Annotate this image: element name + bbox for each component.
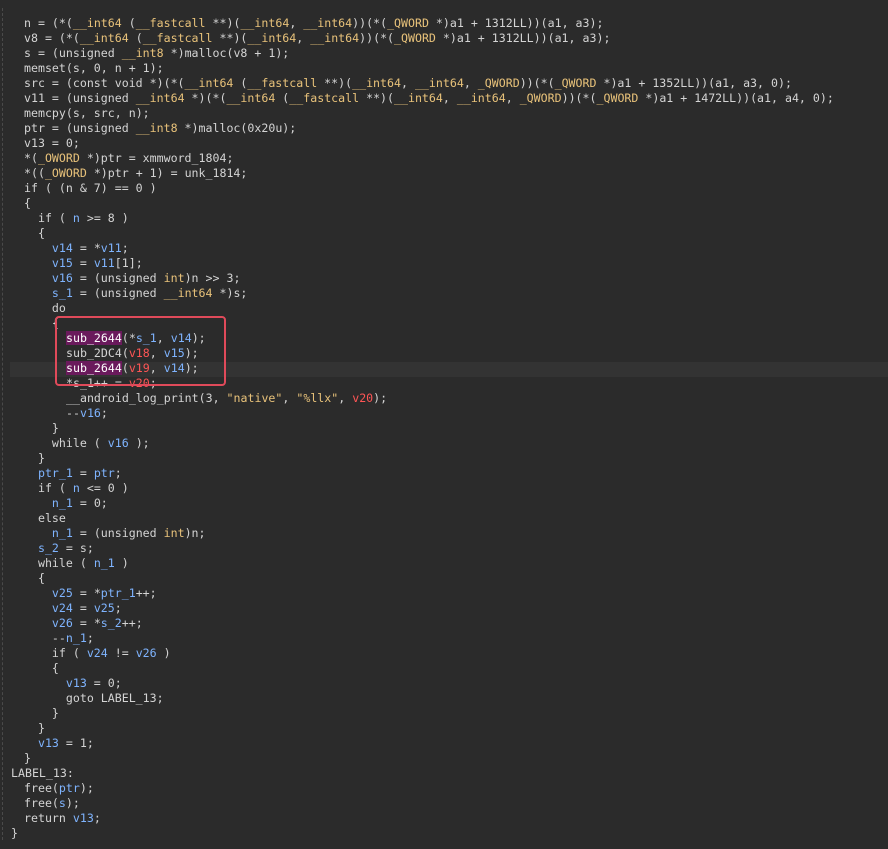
code-line[interactable]: sub_2644(v19, v14); — [66, 361, 199, 376]
code-line[interactable]: v14 = *v11; — [24, 241, 129, 256]
code-line[interactable]: } — [11, 826, 18, 841]
code-line[interactable]: memcpy(s, src, n); — [24, 106, 150, 121]
code-line[interactable]: { — [24, 226, 45, 241]
indent-guide — [2, 8, 4, 840]
code-line[interactable]: n_1 = (unsigned int)n; — [24, 526, 206, 541]
code-line[interactable]: *(_OWORD *)ptr = xmmword_1804; — [24, 151, 233, 166]
gutter — [0, 0, 10, 849]
code-line[interactable]: *s_1++ = v20; — [66, 376, 157, 391]
code-line[interactable]: free(s); — [24, 796, 80, 811]
code-line[interactable]: if ( n <= 0 ) — [24, 481, 129, 496]
code-line[interactable]: v26 = *s_2++; — [24, 616, 143, 631]
goto-label-link[interactable]: goto LABEL_13; — [24, 691, 164, 705]
code-line[interactable]: sub_2644(*s_1, v14); — [66, 331, 206, 346]
code-line[interactable]: goto LABEL_13; — [24, 691, 164, 706]
code-line[interactable]: do — [24, 301, 66, 316]
code-line[interactable]: s_1 = (unsigned __int64 *)s; — [24, 286, 248, 301]
code-line[interactable]: n = (*(__int64 (__fastcall **)(__int64, … — [24, 16, 603, 31]
code-line[interactable]: } — [24, 451, 45, 466]
code-line[interactable]: LABEL_13: — [11, 766, 74, 781]
function-call-sub_2644[interactable]: sub_2644 — [66, 331, 122, 345]
code-line[interactable]: if ( v24 != v26 ) — [24, 646, 171, 661]
code-line[interactable]: s = (unsigned __int8 *)malloc(v8 + 1); — [24, 46, 289, 61]
code-line[interactable]: return v13; — [24, 811, 101, 826]
code-line[interactable]: v16 = (unsigned int)n >> 3; — [24, 271, 241, 286]
code-line[interactable]: s_2 = s; — [24, 541, 94, 556]
code-line[interactable]: *((_OWORD *)ptr + 1) = unk_1814; — [24, 166, 247, 181]
code-line[interactable]: } — [24, 706, 59, 721]
code-line[interactable]: } — [24, 421, 59, 436]
code-line[interactable]: while ( v16 ); — [24, 436, 150, 451]
code-line[interactable]: } — [24, 721, 45, 736]
code-line[interactable]: { — [24, 571, 45, 586]
code-line[interactable]: v24 = v25; — [24, 601, 122, 616]
code-line[interactable]: if ( (n & 7) == 0 ) — [24, 181, 157, 196]
function-call-android-log-print[interactable]: __android_log_print — [66, 391, 199, 405]
code-line[interactable]: if ( n >= 8 ) — [24, 211, 129, 226]
code-line[interactable]: src = (const void *)(*(__int64 (__fastca… — [24, 76, 792, 91]
code-line[interactable]: v11 = (unsigned __int64 *)(*(__int64 (__… — [24, 91, 834, 106]
code-line[interactable]: else — [24, 511, 66, 526]
code-line[interactable]: ptr = (unsigned __int8 *)malloc(0x20u); — [24, 121, 296, 136]
label-marker: LABEL_13: — [11, 766, 74, 780]
code-line[interactable]: v13 = 1; — [24, 736, 94, 751]
code-line[interactable]: free(ptr); — [24, 781, 94, 796]
code-line[interactable]: while ( n_1 ) — [24, 556, 129, 571]
code-line[interactable]: { — [24, 196, 31, 211]
code-line[interactable]: sub_2DC4(v18, v15); — [66, 346, 199, 361]
code-line[interactable]: __android_log_print(3, "native", "%llx",… — [66, 391, 387, 406]
code-line[interactable]: memset(s, 0, n + 1); — [24, 61, 164, 76]
code-line[interactable]: v13 = 0; — [24, 136, 80, 151]
code-line[interactable]: v25 = *ptr_1++; — [24, 586, 157, 601]
code-line[interactable]: v8 = (*(__int64 (__fastcall **)(__int64,… — [24, 31, 610, 46]
code-line[interactable]: v13 = 0; — [24, 676, 122, 691]
code-line[interactable]: ptr_1 = ptr; — [24, 466, 122, 481]
code-line[interactable]: --v16; — [66, 406, 108, 421]
code-line[interactable]: { — [24, 316, 59, 331]
code-line[interactable]: n_1 = 0; — [24, 496, 108, 511]
code-line[interactable]: { — [24, 661, 59, 676]
code-line[interactable]: --n_1; — [24, 631, 94, 646]
function-call-sub_2644[interactable]: sub_2644 — [66, 361, 122, 375]
code-line[interactable]: v15 = v11[1]; — [24, 256, 143, 271]
pseudocode-view[interactable]: n = (*(__int64 (__fastcall **)(__int64, … — [0, 0, 888, 849]
function-call-sub_2DC4[interactable]: sub_2DC4 — [66, 346, 122, 360]
code-line[interactable]: } — [24, 751, 31, 766]
